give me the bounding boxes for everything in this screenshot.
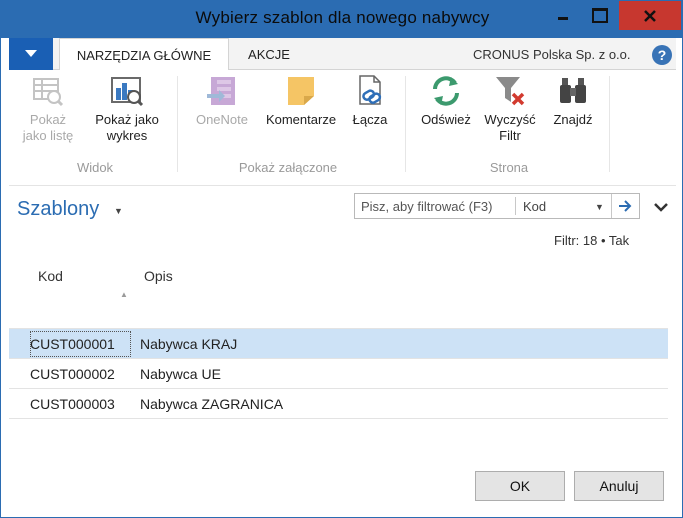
comments-icon <box>288 77 314 105</box>
help-icon[interactable]: ? <box>652 45 672 65</box>
clear-filter-icon <box>496 77 525 106</box>
show-as-chart-label-2: wykres <box>106 128 148 143</box>
refresh-label: Odśwież <box>421 112 471 127</box>
tab-home[interactable]: NARZĘDZIA GŁÓWNE <box>59 38 229 71</box>
chevron-down-icon <box>25 50 37 57</box>
find-icon <box>560 78 586 103</box>
show-as-list-label-2: jako listę <box>22 128 74 143</box>
chart-view-icon <box>111 77 144 107</box>
table-divider <box>9 418 668 419</box>
arrow-right-icon <box>619 200 632 212</box>
column-header-description[interactable]: Opis <box>144 268 173 284</box>
app-menu-button[interactable] <box>9 38 53 70</box>
links-label: Łącza <box>352 112 388 127</box>
title-bar[interactable]: Wybierz szablon dla nowego nabywcy <box>1 0 682 38</box>
show-as-chart-button[interactable]: Pokaż jako wykres <box>89 74 165 144</box>
show-as-chart-label-1: Pokaż jako <box>95 112 159 127</box>
ribbon-separator <box>609 76 610 172</box>
search-divider <box>515 197 516 215</box>
ribbon-panel: Pokaż jako listę Pokaż jako wykres Widok <box>9 70 676 186</box>
cell-description[interactable]: Nabywca ZAGRANICA <box>140 396 283 412</box>
ribbon-separator <box>177 76 178 172</box>
show-as-list-button[interactable]: Pokaż jako listę <box>19 74 77 144</box>
find-label: Znajdź <box>553 112 593 127</box>
refresh-button[interactable]: Odśwież <box>413 74 479 128</box>
sort-ascending-icon: ▲ <box>120 290 128 299</box>
close-icon <box>644 10 656 22</box>
list-view-icon <box>33 78 64 107</box>
group-label-attached: Pokaż załączone <box>238 160 338 175</box>
templates-table: CUST000001 Nabywca KRAJ CUST000002 Nabyw… <box>9 328 668 419</box>
cell-code[interactable]: CUST000001 <box>30 336 115 352</box>
search-input[interactable]: Pisz, aby filtrować (F3) <box>361 199 492 214</box>
column-header-code[interactable]: Kod <box>38 268 63 284</box>
onenote-label: OneNote <box>195 112 249 127</box>
search-field-select[interactable]: Kod <box>523 199 546 214</box>
group-label-view: Widok <box>76 160 114 175</box>
cell-description[interactable]: Nabywca UE <box>140 366 221 382</box>
table-row[interactable]: CUST000003 Nabywca ZAGRANICA <box>9 388 668 418</box>
ribbon-tab-row: NARZĘDZIA GŁÓWNE AKCJE CRONUS Polska Sp.… <box>9 38 676 72</box>
search-go-button[interactable] <box>611 194 639 218</box>
links-button[interactable]: Łącza <box>345 74 395 128</box>
company-name[interactable]: CRONUS Polska Sp. z o.o. <box>473 38 631 72</box>
chevron-down-icon[interactable]: ▼ <box>114 206 123 216</box>
ribbon-separator <box>405 76 406 172</box>
refresh-icon <box>433 76 459 106</box>
group-label-page: Strona <box>489 160 529 175</box>
cancel-button[interactable]: Anuluj <box>574 471 664 501</box>
links-icon <box>359 75 382 105</box>
filter-info[interactable]: Filtr: 18 • Tak <box>554 233 629 248</box>
table-row[interactable]: CUST000001 Nabywca KRAJ <box>9 328 668 358</box>
cell-description[interactable]: Nabywca KRAJ <box>140 336 237 352</box>
table-row[interactable]: CUST000002 Nabywca UE <box>9 358 668 388</box>
comments-button[interactable]: Komentarze <box>259 74 343 128</box>
minimize-button[interactable] <box>549 4 579 26</box>
cell-code[interactable]: CUST000002 <box>30 366 115 382</box>
clear-filter-label-1: Wyczyść <box>484 112 536 127</box>
maximize-button[interactable] <box>584 4 614 26</box>
ok-button[interactable]: OK <box>475 471 565 501</box>
page-title[interactable]: Szablony <box>17 198 99 221</box>
close-button[interactable] <box>619 1 681 30</box>
show-as-list-label-1: Pokaż <box>29 112 67 127</box>
dialog-window: Wybierz szablon dla nowego nabywcy NARZĘ… <box>0 0 683 518</box>
chevron-down-icon[interactable]: ▼ <box>595 202 604 212</box>
collapse-icon[interactable] <box>653 200 669 218</box>
tab-actions[interactable]: AKCJE <box>237 38 301 70</box>
onenote-button[interactable]: OneNote <box>187 74 257 128</box>
search-box[interactable]: Pisz, aby filtrować (F3) Kod ▼ <box>354 193 640 219</box>
comments-label: Komentarze <box>265 112 337 127</box>
clear-filter-label-2: Filtr <box>499 128 521 143</box>
clear-filter-button[interactable]: Wyczyść Filtr <box>479 74 541 144</box>
onenote-icon <box>207 77 235 105</box>
find-button[interactable]: Znajdź <box>545 74 601 128</box>
cell-code[interactable]: CUST000003 <box>30 396 115 412</box>
window-title: Wybierz szablon dla nowego nabywcy <box>195 8 490 27</box>
